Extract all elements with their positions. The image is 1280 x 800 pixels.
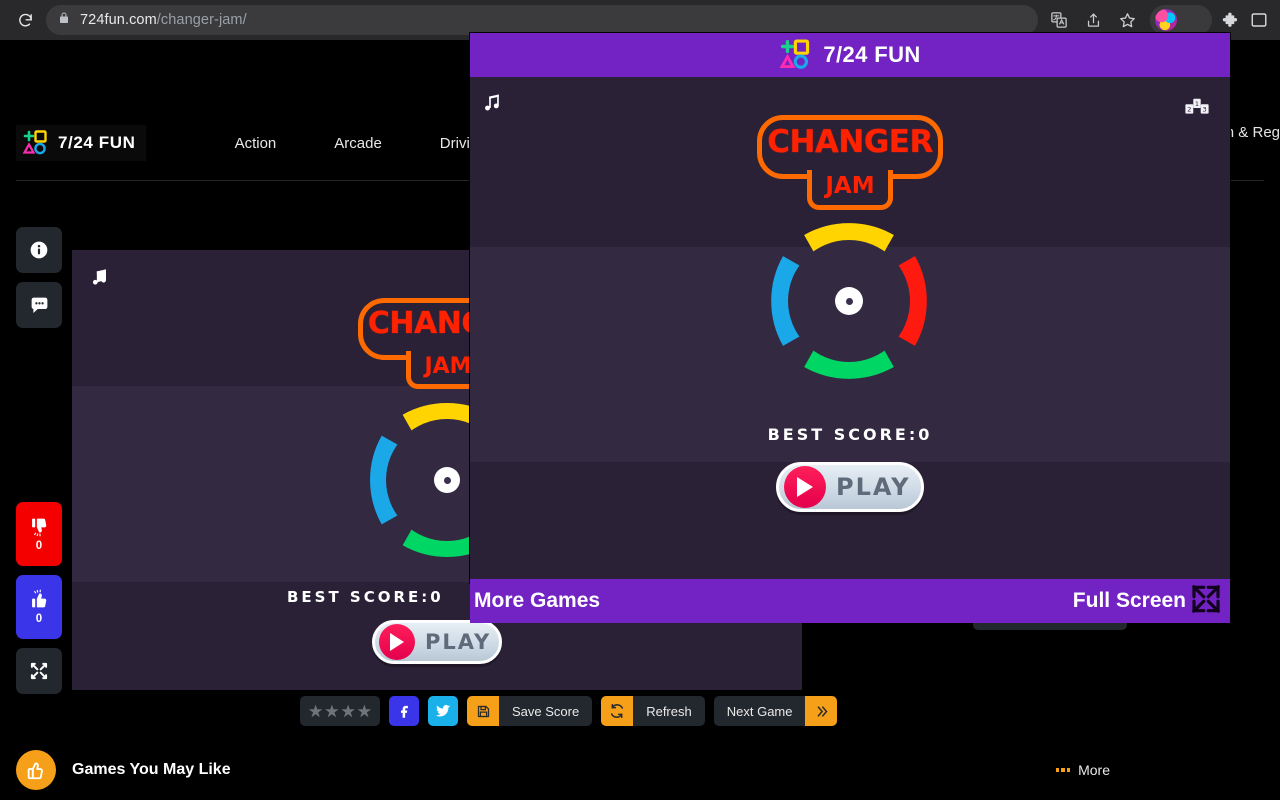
site-brand-text: 7/24 FUN [58,133,136,152]
dislike-button[interactable]: 0 [16,502,62,566]
site-logo[interactable]: 7/24 FUN [16,125,146,161]
more-label: More [1078,762,1110,778]
best-score-label: BEST SCORE:0 [287,588,444,606]
next-game-button[interactable]: Next Game [713,696,838,726]
reload-icon[interactable] [10,5,40,35]
overlay-topbar: 7/24 FUN [470,33,1230,77]
url-text: 724fun.com/changer-jam/ [80,12,247,28]
screen: 724fun.com/changer-jam/ 7/24 FUN Action … [0,0,1280,800]
more-games-button[interactable]: More Games [474,589,600,613]
recommendations-header: Games You May Like [16,750,231,790]
translate-icon[interactable] [1044,5,1074,35]
wheel-center-pip [835,287,863,315]
logo-shapes-icon [779,38,813,72]
wheel-center-pip [434,467,460,493]
play-button[interactable]: PLAY [372,620,502,664]
music-note-icon[interactable] [482,91,503,118]
lock-icon [58,11,70,30]
next-game-label: Next Game [713,696,806,726]
star-bookmark-icon[interactable] [1112,5,1142,35]
full-screen-button[interactable]: Full Screen [1073,581,1224,622]
double-chevron-right-icon [805,696,838,726]
info-button[interactable] [16,227,62,273]
like-button[interactable]: 0 [16,575,62,639]
music-note-icon[interactable] [90,266,110,292]
star-1[interactable]: ★ [308,703,323,720]
game-overlay-popup[interactable]: 7/24 FUN 1 2 3 CHANGER JAM BEST SCORE:0 … [470,33,1230,623]
color-wheel[interactable] [758,210,940,392]
browser-action-icons [1044,5,1272,35]
dislike-count: 0 [35,540,43,552]
star-3[interactable]: ★ [341,703,356,720]
play-circle-icon [784,466,826,508]
share-icon[interactable] [1078,5,1108,35]
refresh-label: Refresh [633,696,705,726]
expand-arrows-icon [1188,581,1224,622]
profile-avatar-icon[interactable] [1150,5,1212,35]
facebook-share-button[interactable] [389,696,419,726]
puzzle-extensions-icon[interactable] [1216,5,1246,35]
full-screen-label: Full Screen [1072,589,1186,612]
url-domain: 724fun.com [80,12,157,28]
left-rail: 0 0 [16,227,62,703]
side-panel-icon[interactable] [1250,5,1272,35]
overlay-title: 7/24 FUN [823,42,921,67]
logo-line-1: CHANGER [767,124,933,160]
rail-spacer [16,337,62,502]
play-button-label: PLAY [425,630,492,654]
overlay-game-body[interactable]: 1 2 3 CHANGER JAM BEST SCORE:0 PLAY [470,77,1230,539]
refresh-button[interactable]: Refresh [601,696,705,726]
leaderboard-podium-icon[interactable]: 1 2 3 [1184,95,1210,126]
more-dots-icon [1055,768,1071,772]
like-count: 0 [35,613,43,625]
fullscreen-button[interactable] [16,648,62,694]
svg-text:2: 2 [1187,106,1191,114]
play-circle-icon [379,624,415,660]
logo-shapes-icon [22,129,50,157]
rating-stars[interactable]: ★ ★ ★ ★ [300,696,380,726]
svg-text:1: 1 [1195,100,1199,108]
thumbs-up-badge-icon [16,750,56,790]
play-triangle-icon [797,477,813,497]
game-action-toolbar: ★ ★ ★ ★ Save Score Refresh Next Game [300,696,838,726]
svg-text:3: 3 [1203,106,1207,114]
floppy-disk-icon [467,696,499,726]
logo-line-2: JAM [825,173,875,199]
nav-item-arcade[interactable]: Arcade [305,135,411,152]
star-2[interactable]: ★ [324,703,339,720]
refresh-icon [601,696,634,726]
comments-button[interactable] [16,282,62,328]
address-bar[interactable]: 724fun.com/changer-jam/ [46,5,1038,35]
best-score-label: BEST SCORE:0 [767,425,933,444]
play-button[interactable]: PLAY [776,462,924,512]
overlay-bottombar: More Games Full Screen [470,579,1230,623]
more-link[interactable]: More [1055,762,1110,778]
avatar [1155,9,1177,31]
play-button-label: PLAY [836,473,911,501]
twitter-share-button[interactable] [428,696,458,726]
nav-item-action[interactable]: Action [206,135,306,152]
game-title-logo: CHANGER JAM [757,115,943,211]
play-triangle-icon [390,633,404,651]
save-score-label: Save Score [499,696,593,726]
save-score-button[interactable]: Save Score [467,696,593,726]
url-path: /changer-jam/ [156,12,247,28]
recommendations-title: Games You May Like [72,761,231,778]
star-4[interactable]: ★ [357,703,372,720]
